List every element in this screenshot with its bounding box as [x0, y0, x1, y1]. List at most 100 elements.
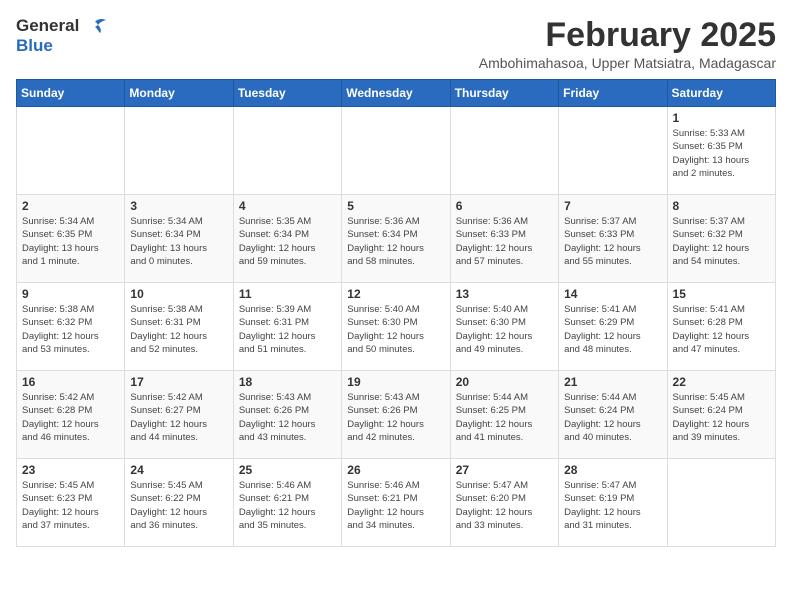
day-number: 19	[347, 375, 444, 389]
calendar-cell: 8 Sunrise: 5:37 AM Sunset: 6:32 PM Daylig…	[667, 195, 775, 283]
calendar-cell: 22 Sunrise: 5:45 AM Sunset: 6:24 PM Dayli…	[667, 371, 775, 459]
calendar-cell: 20 Sunrise: 5:44 AM Sunset: 6:25 PM Dayli…	[450, 371, 558, 459]
calendar-cell: 2 Sunrise: 5:34 AM Sunset: 6:35 PM Daylig…	[17, 195, 125, 283]
calendar-cell: 16 Sunrise: 5:42 AM Sunset: 6:28 PM Dayli…	[17, 371, 125, 459]
day-info: Sunrise: 5:45 AM Sunset: 6:24 PM Dayligh…	[673, 391, 770, 444]
day-number: 14	[564, 287, 661, 301]
day-info: Sunrise: 5:37 AM Sunset: 6:33 PM Dayligh…	[564, 215, 661, 268]
calendar-cell: 12 Sunrise: 5:40 AM Sunset: 6:30 PM Dayli…	[342, 283, 450, 371]
day-number: 23	[22, 463, 119, 477]
day-info: Sunrise: 5:38 AM Sunset: 6:31 PM Dayligh…	[130, 303, 227, 356]
day-number: 7	[564, 199, 661, 213]
day-info: Sunrise: 5:46 AM Sunset: 6:21 PM Dayligh…	[239, 479, 336, 532]
logo-bird-icon	[84, 18, 106, 36]
logo-blue: Blue	[16, 36, 53, 55]
calendar-header-sunday: Sunday	[17, 80, 125, 107]
day-number: 17	[130, 375, 227, 389]
day-info: Sunrise: 5:41 AM Sunset: 6:28 PM Dayligh…	[673, 303, 770, 356]
day-info: Sunrise: 5:38 AM Sunset: 6:32 PM Dayligh…	[22, 303, 119, 356]
calendar-cell	[233, 107, 341, 195]
logo: General Blue	[16, 16, 106, 55]
day-number: 2	[22, 199, 119, 213]
day-number: 27	[456, 463, 553, 477]
calendar-cell: 6 Sunrise: 5:36 AM Sunset: 6:33 PM Daylig…	[450, 195, 558, 283]
day-info: Sunrise: 5:40 AM Sunset: 6:30 PM Dayligh…	[347, 303, 444, 356]
calendar-cell: 5Sunrise: 5:36 AM Sunset: 6:34 PM Daylig…	[342, 195, 450, 283]
calendar-cell: 21 Sunrise: 5:44 AM Sunset: 6:24 PM Dayli…	[559, 371, 667, 459]
day-number: 16	[22, 375, 119, 389]
subtitle: Ambohimahasoa, Upper Matsiatra, Madagasc…	[479, 55, 776, 71]
calendar-cell: 7 Sunrise: 5:37 AM Sunset: 6:33 PM Daylig…	[559, 195, 667, 283]
day-info: Sunrise: 5:37 AM Sunset: 6:32 PM Dayligh…	[673, 215, 770, 268]
calendar-cell: 14 Sunrise: 5:41 AM Sunset: 6:29 PM Dayli…	[559, 283, 667, 371]
day-info: Sunrise: 5:45 AM Sunset: 6:22 PM Dayligh…	[130, 479, 227, 532]
day-info: Sunrise: 5:33 AM Sunset: 6:35 PM Dayligh…	[673, 127, 770, 180]
day-number: 22	[673, 375, 770, 389]
day-info: Sunrise: 5:47 AM Sunset: 6:20 PM Dayligh…	[456, 479, 553, 532]
calendar-cell	[667, 459, 775, 547]
day-info: Sunrise: 5:36 AM Sunset: 6:33 PM Dayligh…	[456, 215, 553, 268]
day-number: 18	[239, 375, 336, 389]
day-info: Sunrise: 5:41 AM Sunset: 6:29 PM Dayligh…	[564, 303, 661, 356]
day-number: 13	[456, 287, 553, 301]
calendar-cell: 28 Sunrise: 5:47 AM Sunset: 6:19 PM Dayli…	[559, 459, 667, 547]
day-info: Sunrise: 5:44 AM Sunset: 6:25 PM Dayligh…	[456, 391, 553, 444]
calendar-cell: 1 Sunrise: 5:33 AM Sunset: 6:35 PM Daylig…	[667, 107, 775, 195]
day-info: Sunrise: 5:42 AM Sunset: 6:28 PM Dayligh…	[22, 391, 119, 444]
calendar-cell	[450, 107, 558, 195]
day-number: 15	[673, 287, 770, 301]
main-title: February 2025	[479, 16, 776, 55]
calendar-cell: 23 Sunrise: 5:45 AM Sunset: 6:23 PM Dayli…	[17, 459, 125, 547]
calendar-cell: 19 Sunrise: 5:43 AM Sunset: 6:26 PM Dayli…	[342, 371, 450, 459]
day-number: 28	[564, 463, 661, 477]
calendar-cell: 17 Sunrise: 5:42 AM Sunset: 6:27 PM Dayli…	[125, 371, 233, 459]
day-number: 24	[130, 463, 227, 477]
day-info: Sunrise: 5:44 AM Sunset: 6:24 PM Dayligh…	[564, 391, 661, 444]
day-info: Sunrise: 5:46 AM Sunset: 6:21 PM Dayligh…	[347, 479, 444, 532]
calendar-cell: 10 Sunrise: 5:38 AM Sunset: 6:31 PM Dayli…	[125, 283, 233, 371]
calendar-cell: 3 Sunrise: 5:34 AM Sunset: 6:34 PM Daylig…	[125, 195, 233, 283]
day-number: 3	[130, 199, 227, 213]
day-info: Sunrise: 5:34 AM Sunset: 6:35 PM Dayligh…	[22, 215, 119, 268]
calendar-cell	[17, 107, 125, 195]
calendar-cell: 24 Sunrise: 5:45 AM Sunset: 6:22 PM Dayli…	[125, 459, 233, 547]
day-info: Sunrise: 5:35 AM Sunset: 6:34 PM Dayligh…	[239, 215, 336, 268]
calendar-cell	[125, 107, 233, 195]
calendar-cell: 25 Sunrise: 5:46 AM Sunset: 6:21 PM Dayli…	[233, 459, 341, 547]
day-number: 6	[456, 199, 553, 213]
day-info: Sunrise: 5:42 AM Sunset: 6:27 PM Dayligh…	[130, 391, 227, 444]
calendar-header-tuesday: Tuesday	[233, 80, 341, 107]
calendar-cell: 27 Sunrise: 5:47 AM Sunset: 6:20 PM Dayli…	[450, 459, 558, 547]
day-info: Sunrise: 5:45 AM Sunset: 6:23 PM Dayligh…	[22, 479, 119, 532]
calendar-header-saturday: Saturday	[667, 80, 775, 107]
day-number: 25	[239, 463, 336, 477]
day-number: 26	[347, 463, 444, 477]
title-section: February 2025 Ambohimahasoa, Upper Matsi…	[479, 16, 776, 71]
calendar-cell	[559, 107, 667, 195]
calendar-cell: 26 Sunrise: 5:46 AM Sunset: 6:21 PM Dayli…	[342, 459, 450, 547]
calendar-cell	[342, 107, 450, 195]
day-info: Sunrise: 5:47 AM Sunset: 6:19 PM Dayligh…	[564, 479, 661, 532]
calendar-cell: 9 Sunrise: 5:38 AM Sunset: 6:32 PM Daylig…	[17, 283, 125, 371]
day-number: 12	[347, 287, 444, 301]
calendar-cell: 11Sunrise: 5:39 AM Sunset: 6:31 PM Dayli…	[233, 283, 341, 371]
day-number: 9	[22, 287, 119, 301]
day-number: 1	[673, 111, 770, 125]
calendar-header-friday: Friday	[559, 80, 667, 107]
calendar-cell: 4 Sunrise: 5:35 AM Sunset: 6:34 PM Daylig…	[233, 195, 341, 283]
day-number: 4	[239, 199, 336, 213]
logo-general: General	[16, 16, 79, 35]
calendar-header-monday: Monday	[125, 80, 233, 107]
calendar-cell: 15 Sunrise: 5:41 AM Sunset: 6:28 PM Dayli…	[667, 283, 775, 371]
day-info: Sunrise: 5:34 AM Sunset: 6:34 PM Dayligh…	[130, 215, 227, 268]
day-number: 11	[239, 287, 336, 301]
day-info: Sunrise: 5:40 AM Sunset: 6:30 PM Dayligh…	[456, 303, 553, 356]
day-number: 8	[673, 199, 770, 213]
day-number: 10	[130, 287, 227, 301]
calendar-header-thursday: Thursday	[450, 80, 558, 107]
day-number: 20	[456, 375, 553, 389]
day-number: 21	[564, 375, 661, 389]
calendar-cell: 18Sunrise: 5:43 AM Sunset: 6:26 PM Dayli…	[233, 371, 341, 459]
calendar-header-wednesday: Wednesday	[342, 80, 450, 107]
day-info: Sunrise: 5:43 AM Sunset: 6:26 PM Dayligh…	[347, 391, 444, 444]
